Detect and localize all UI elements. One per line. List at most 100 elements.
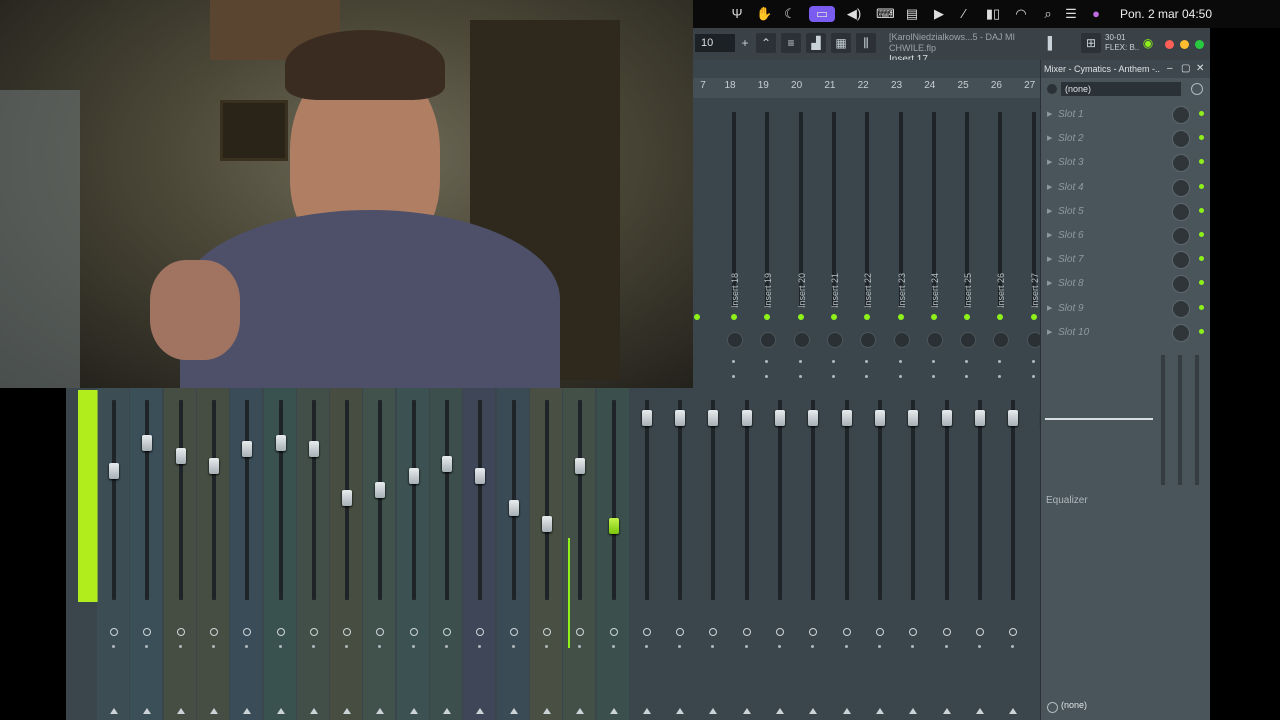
volume-fader[interactable] <box>708 410 719 426</box>
moon-icon[interactable]: ☾ <box>782 6 798 22</box>
mute-led[interactable] <box>694 314 700 320</box>
slot-arrow-icon[interactable]: ▶ <box>1047 231 1052 239</box>
volume-fader[interactable] <box>808 410 819 426</box>
slot-arrow-icon[interactable]: ▶ <box>1047 158 1052 166</box>
pan-control[interactable] <box>609 628 618 636</box>
send-arrow-icon[interactable] <box>676 708 685 714</box>
send-arrow-icon[interactable] <box>609 708 618 714</box>
send-arrow-icon[interactable] <box>209 708 218 714</box>
pan-control[interactable] <box>443 628 451 636</box>
slot-arrow-icon[interactable]: ▶ <box>1047 328 1052 336</box>
volume-fader[interactable] <box>541 516 552 532</box>
channel-rack-icon[interactable]: ≡ <box>781 33 801 53</box>
mute-led[interactable] <box>830 314 837 320</box>
mute-led[interactable] <box>897 314 904 320</box>
mute-led[interactable] <box>731 314 737 320</box>
output-selector[interactable]: (none) <box>1061 700 1087 710</box>
pan-control[interactable] <box>509 628 518 636</box>
keyboard-icon[interactable]: ⌨ <box>876 6 895 22</box>
mute-led[interactable] <box>797 314 804 320</box>
route-arrow-icon[interactable] <box>1031 375 1035 378</box>
send-arrow-icon[interactable] <box>742 708 751 714</box>
route-arrow-icon[interactable] <box>998 360 1002 363</box>
volume-fader[interactable] <box>109 463 119 479</box>
send-arrow-icon[interactable] <box>909 708 918 714</box>
slot-arrow-icon[interactable]: ▶ <box>1047 304 1052 312</box>
send-arrow-icon[interactable] <box>243 708 252 714</box>
route-arrow-icon[interactable] <box>1031 360 1035 363</box>
slot-arrow-icon[interactable]: ▶ <box>1047 255 1052 263</box>
send-arrow-icon[interactable] <box>576 708 585 714</box>
route-arrow-icon[interactable] <box>798 375 802 378</box>
close-icon[interactable]: ✕ <box>1196 60 1204 78</box>
output-icon[interactable] <box>1047 702 1058 713</box>
pan-knob[interactable] <box>1026 332 1040 348</box>
mute-led[interactable] <box>864 314 871 320</box>
minimize-window-icon[interactable] <box>1180 40 1189 49</box>
pan-knob[interactable] <box>993 332 1010 348</box>
pan-knob[interactable] <box>926 332 943 348</box>
route-arrow-icon[interactable] <box>732 360 735 363</box>
volume-fader[interactable] <box>741 410 752 426</box>
mute-led[interactable] <box>930 314 937 320</box>
slot-mix-knob[interactable] <box>1172 130 1190 149</box>
slot-enable-led[interactable] <box>1199 256 1204 262</box>
pan-knob[interactable] <box>893 332 910 348</box>
slot-enable-led[interactable] <box>1199 183 1204 189</box>
fx-slot[interactable]: ▶ Slot 10 <box>1044 322 1204 344</box>
volume-fader[interactable] <box>775 410 785 426</box>
route-arrow-icon[interactable] <box>898 375 902 378</box>
slot-arrow-icon[interactable]: ▶ <box>1047 207 1052 215</box>
volume-fader[interactable] <box>1008 410 1019 426</box>
close-window-icon[interactable] <box>1165 40 1174 49</box>
volume-fader[interactable] <box>841 410 852 426</box>
send-arrow-icon[interactable] <box>975 708 984 714</box>
route-arrow-icon[interactable] <box>965 375 969 378</box>
volume-fader[interactable] <box>408 468 419 484</box>
pan-control[interactable] <box>1009 628 1018 636</box>
pan-control[interactable] <box>642 628 651 636</box>
slot-mix-knob[interactable] <box>1172 323 1190 342</box>
control-center-icon[interactable]: ☰ <box>1063 6 1079 22</box>
volume-fader[interactable] <box>342 490 353 506</box>
volume-fader[interactable] <box>641 410 652 426</box>
slot-enable-led[interactable] <box>1199 304 1204 310</box>
fx-slot[interactable]: ▶ Slot 8 <box>1044 273 1204 295</box>
pan-control[interactable] <box>176 628 185 636</box>
volume-fader[interactable] <box>508 500 519 516</box>
pan-knob[interactable] <box>727 332 743 348</box>
slot-arrow-icon[interactable]: ▶ <box>1047 134 1052 142</box>
volume-fader[interactable] <box>208 458 219 474</box>
add-pattern-icon[interactable]: + <box>738 33 752 53</box>
route-arrow-icon[interactable] <box>765 375 769 378</box>
fx-slot[interactable]: ▶ Slot 2 <box>1044 128 1204 150</box>
playlist-icon[interactable]: ⌃ <box>756 33 776 53</box>
send-arrow-icon[interactable] <box>110 708 118 714</box>
volume-fader[interactable] <box>908 410 919 426</box>
route-arrow-icon[interactable] <box>798 360 802 363</box>
pan-knob[interactable] <box>826 332 843 348</box>
pan-knob[interactable] <box>860 332 877 348</box>
send-arrow-icon[interactable] <box>809 708 818 714</box>
fx-slot[interactable]: ▶ Slot 6 <box>1044 225 1204 247</box>
slot-mix-knob[interactable] <box>1172 275 1190 294</box>
play-icon[interactable]: ▶ <box>931 6 947 22</box>
pan-control[interactable] <box>909 628 918 636</box>
slot-arrow-icon[interactable]: ▶ <box>1047 183 1052 191</box>
pan-control[interactable] <box>776 628 784 636</box>
slot-mix-knob[interactable] <box>1172 154 1190 173</box>
send-arrow-icon[interactable] <box>1009 708 1018 714</box>
route-arrow-icon[interactable] <box>965 360 969 363</box>
pan-control[interactable] <box>975 628 984 636</box>
route-arrow-icon[interactable] <box>931 360 935 363</box>
fx-slot[interactable]: ▶ Slot 7 <box>1044 249 1204 271</box>
pan-control[interactable] <box>809 628 818 636</box>
pan-control[interactable] <box>209 628 218 636</box>
send-arrow-icon[interactable] <box>343 708 352 714</box>
pan-control[interactable] <box>875 628 884 636</box>
mute-led[interactable] <box>764 314 771 320</box>
fx-slot[interactable]: ▶ Slot 3 <box>1044 152 1204 174</box>
slot-arrow-icon[interactable]: ▶ <box>1047 110 1052 118</box>
pan-knob[interactable] <box>760 332 777 348</box>
wifi-icon[interactable]: ◠ <box>1013 6 1029 22</box>
